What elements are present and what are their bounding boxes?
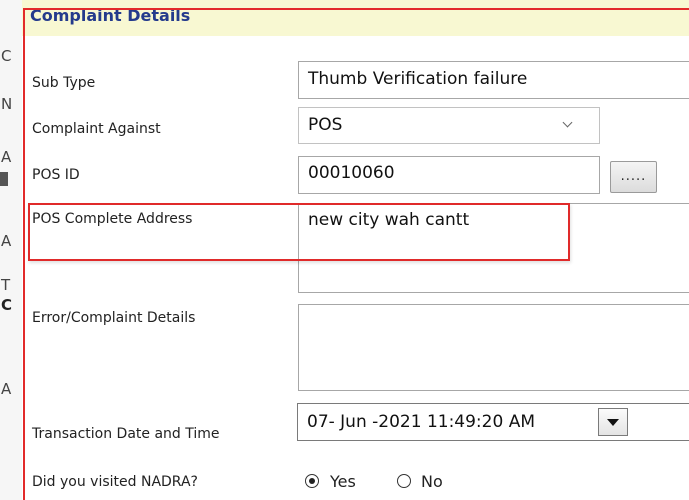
cutoff-label-glyph: T [1, 276, 11, 294]
background-form-edge: C N A A T C A [0, 0, 22, 500]
cutoff-label-glyph: A [1, 148, 12, 166]
cutoff-label-glyph: A [1, 232, 12, 250]
cutoff-label-glyph: N [1, 95, 13, 113]
complaint-form-screenshot: C N A A T C A Complaint Details Sub Type… [0, 0, 689, 500]
cutoff-label-glyph: C [1, 47, 12, 65]
cutoff-divider [0, 172, 8, 186]
cutoff-label-glyph: C [1, 296, 13, 314]
cutoff-label-glyph: A [1, 380, 12, 398]
annotation-address-highlight [28, 203, 570, 261]
